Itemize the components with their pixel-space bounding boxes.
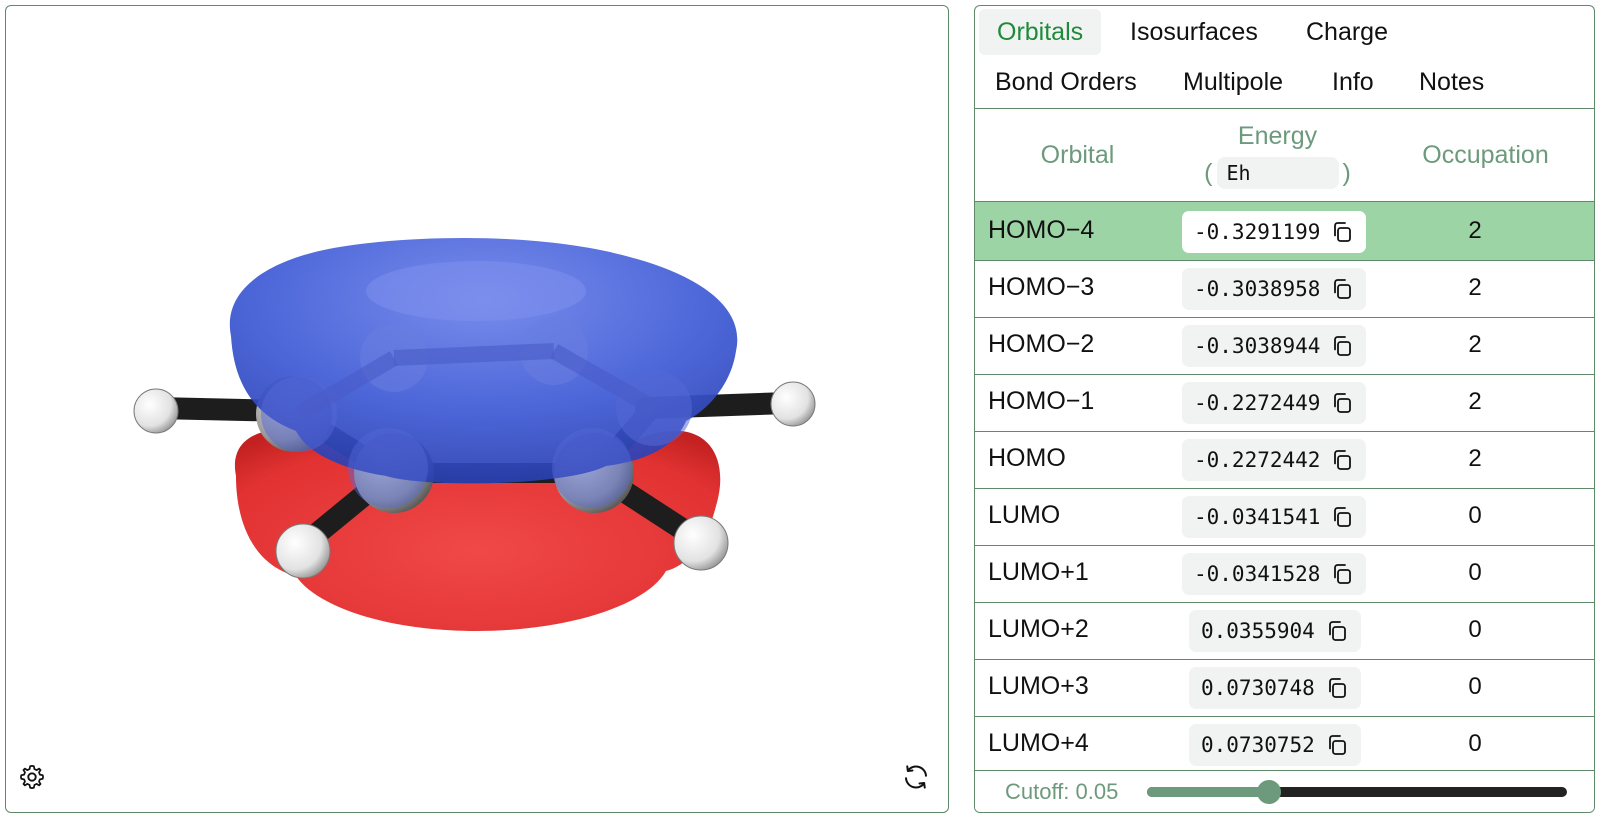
column-header-occupation: Occupation <box>1422 141 1549 169</box>
energy-unit-row: ( Eh ) <box>1204 157 1351 189</box>
energy-value[interactable]: 0.0730748 <box>1189 667 1361 709</box>
gear-icon <box>20 765 44 789</box>
energy-text: -0.2272449 <box>1194 391 1321 415</box>
tab-bar: Orbitals Isosurfaces Charge Bond Orders … <box>975 6 1594 109</box>
energy-unit-select[interactable]: Eh <box>1216 157 1339 189</box>
table-row[interactable]: HOMO−1 -0.2272449 2 <box>975 373 1594 432</box>
table-row[interactable]: LUMO+4 0.0730752 0 <box>975 715 1594 774</box>
energy-text: -0.2272442 <box>1194 448 1321 472</box>
occupation-value: 0 <box>1468 502 1482 529</box>
orbital-isosurface-render[interactable] <box>6 6 949 813</box>
occupation-value: 0 <box>1468 559 1482 586</box>
energy-text: -0.0341528 <box>1194 562 1321 586</box>
energy-value[interactable]: 0.0355904 <box>1189 610 1361 652</box>
table-header: Orbital Energy ( Eh ) Occupation <box>975 109 1594 202</box>
energy-value[interactable]: -0.0341528 <box>1182 553 1367 595</box>
table-row[interactable]: LUMO+1 -0.0341528 0 <box>975 544 1594 603</box>
hydrogen-atom <box>275 523 331 579</box>
paren-close: ) <box>1342 158 1351 187</box>
tab-charge[interactable]: Charge <box>1288 9 1406 55</box>
energy-text: -0.3038944 <box>1194 334 1321 358</box>
table-row[interactable]: LUMO+2 0.0355904 0 <box>975 601 1594 660</box>
copy-icon[interactable] <box>1325 676 1349 700</box>
orbital-name: HOMO <box>988 444 1066 472</box>
cutoff-slider[interactable] <box>1147 780 1567 804</box>
copy-icon[interactable] <box>1330 562 1354 586</box>
cutoff-label: Cutoff: 0.05 <box>1005 779 1119 804</box>
cutoff-bar: Cutoff: 0.05 <box>975 770 1594 812</box>
orbital-name: HOMO−4 <box>988 216 1095 244</box>
table-row[interactable]: HOMO−4 -0.3291199 2 <box>975 202 1594 261</box>
table-row[interactable]: LUMO+3 0.0730748 0 <box>975 658 1594 717</box>
table-row[interactable]: HOMO -0.2272442 2 <box>975 430 1594 489</box>
copy-icon[interactable] <box>1325 733 1349 757</box>
orbitals-panel: Orbitals Isosurfaces Charge Bond Orders … <box>974 5 1595 813</box>
orbital-name: LUMO+1 <box>988 558 1089 586</box>
energy-value[interactable]: -0.3038958 <box>1182 268 1367 310</box>
energy-value[interactable]: -0.2272442 <box>1182 439 1367 481</box>
energy-value[interactable]: -0.0341541 <box>1182 496 1367 538</box>
table-row[interactable]: HOMO−2 -0.3038944 2 <box>975 316 1594 375</box>
tab-bond-orders[interactable]: Bond Orders <box>977 59 1155 105</box>
hydrogen-atom <box>133 388 179 434</box>
table-row[interactable]: LUMO -0.0341541 0 <box>975 487 1594 546</box>
tab-multipole[interactable]: Multipole <box>1165 59 1301 105</box>
refresh-icon <box>905 765 927 789</box>
energy-text: 0.0730752 <box>1201 733 1315 757</box>
reset-view-button[interactable] <box>899 760 933 794</box>
hydrogen-atom <box>673 515 729 571</box>
molecule-viewer[interactable] <box>5 5 949 813</box>
occupation-value: 2 <box>1468 217 1482 244</box>
orbital-name: HOMO−3 <box>988 273 1095 301</box>
occupation-value: 0 <box>1468 673 1482 700</box>
slider-thumb[interactable] <box>1256 780 1281 804</box>
orbital-name: LUMO+2 <box>988 615 1089 643</box>
energy-text: 0.0730748 <box>1201 676 1315 700</box>
orbital-name: LUMO <box>988 501 1061 529</box>
energy-text: -0.3038958 <box>1194 277 1321 301</box>
orbital-table-body[interactable]: HOMO−4 -0.3291199 2 HOMO−3 -0.3038958 2 HOMO−2… <box>975 202 1594 775</box>
slider-fill <box>1147 787 1269 797</box>
occupation-value: 2 <box>1468 445 1482 472</box>
tab-info[interactable]: Info <box>1314 59 1392 105</box>
table-row[interactable]: HOMO−3 -0.3038958 2 <box>975 259 1594 318</box>
tab-notes[interactable]: Notes <box>1401 59 1502 105</box>
copy-icon[interactable] <box>1330 505 1354 529</box>
column-header-energy: Energy ( Eh ) <box>1180 109 1375 202</box>
orbital-name: HOMO−1 <box>988 387 1095 415</box>
energy-value[interactable]: 0.0730752 <box>1189 724 1361 766</box>
copy-icon[interactable] <box>1330 220 1354 244</box>
tab-isosurfaces[interactable]: Isosurfaces <box>1112 9 1276 55</box>
energy-header-label: Energy <box>1237 122 1318 150</box>
occupation-value: 2 <box>1468 388 1482 415</box>
occupation-value: 2 <box>1468 274 1482 301</box>
energy-text: -0.0341541 <box>1194 505 1321 529</box>
hydrogen-atom <box>770 381 816 427</box>
energy-value[interactable]: -0.3038944 <box>1182 325 1367 367</box>
copy-icon[interactable] <box>1330 277 1354 301</box>
energy-value[interactable]: -0.2272449 <box>1182 382 1367 424</box>
paren-open: ( <box>1204 158 1213 187</box>
copy-icon[interactable] <box>1330 391 1354 415</box>
orbital-name: HOMO−2 <box>988 330 1095 358</box>
orbital-name: LUMO+3 <box>988 672 1089 700</box>
occupation-value: 0 <box>1468 730 1482 757</box>
tab-orbitals[interactable]: Orbitals <box>979 9 1102 55</box>
energy-text: 0.0355904 <box>1201 619 1315 643</box>
column-header-orbital: Orbital <box>1040 141 1115 169</box>
occupation-value: 0 <box>1468 616 1482 643</box>
energy-value[interactable]: -0.3291199 <box>1182 211 1367 253</box>
copy-icon[interactable] <box>1330 334 1354 358</box>
energy-text: -0.3291199 <box>1194 220 1321 244</box>
copy-icon[interactable] <box>1325 619 1349 643</box>
orbital-name: LUMO+4 <box>988 729 1089 757</box>
settings-button[interactable] <box>15 760 49 794</box>
occupation-value: 2 <box>1468 331 1482 358</box>
copy-icon[interactable] <box>1330 448 1354 472</box>
